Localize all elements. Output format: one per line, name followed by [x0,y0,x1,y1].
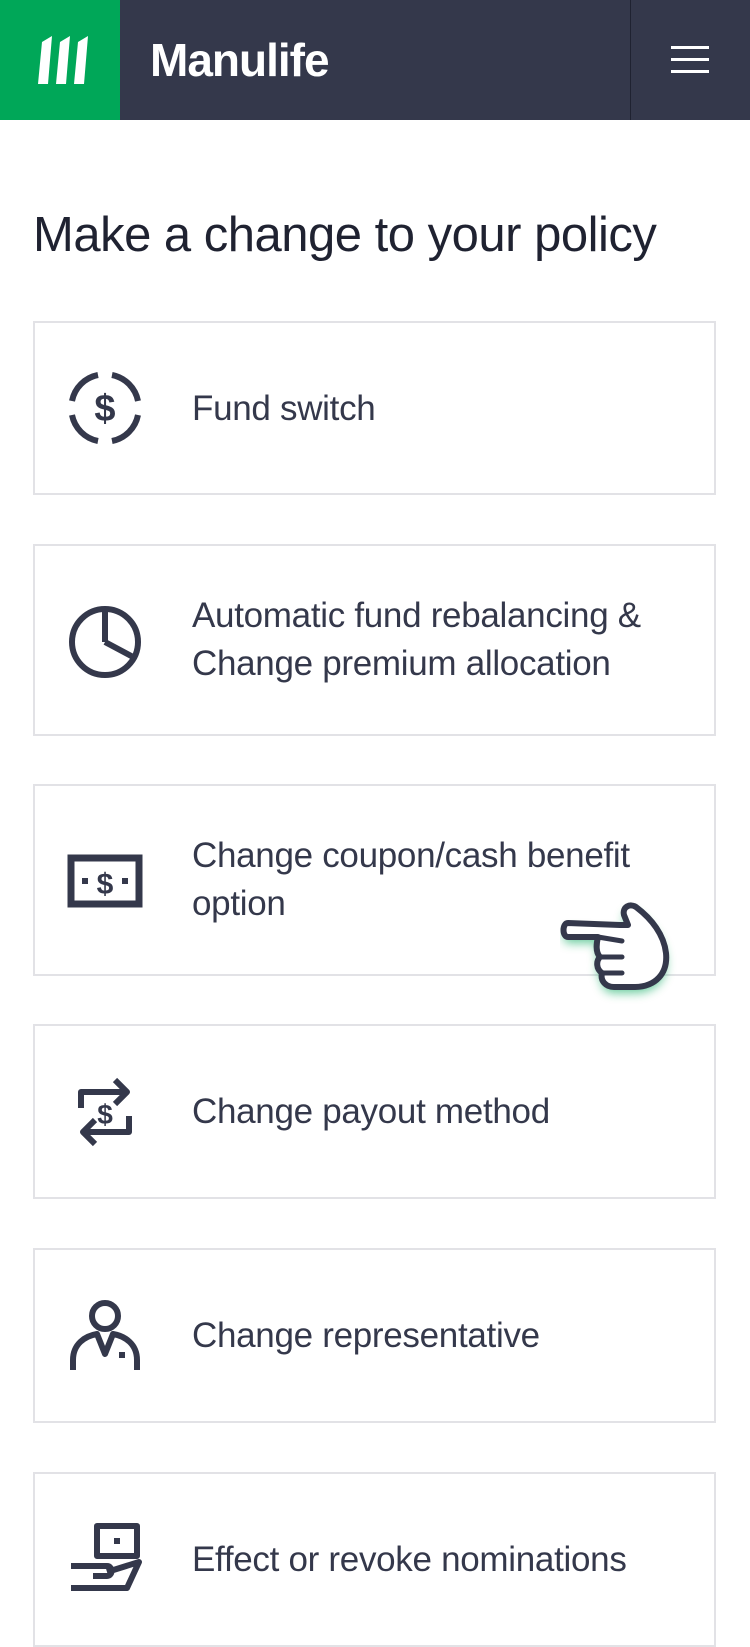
option-change-representative[interactable]: Change representative [33,1248,716,1423]
option-label: Effect or revoke nominations [192,1540,627,1579]
svg-text:$: $ [94,388,115,430]
manulife-logo[interactable] [0,0,120,120]
top-header: Manulife [0,0,750,120]
option-change-payout-method[interactable]: $ Change payout method [33,1024,716,1199]
option-change-coupon[interactable]: $ Change coupon/cash benefit option [33,784,716,976]
page-title: Make a change to your policy [33,208,657,262]
banknote-icon: $ [67,854,143,908]
pie-chart-icon [69,606,141,678]
option-nominations[interactable]: Effect or revoke nominations [33,1472,716,1647]
person-representative-icon [70,1300,140,1370]
option-label: Fund switch [192,389,376,428]
manulife-stripes-icon [38,36,88,84]
option-label: Change payout method [192,1092,550,1131]
hand-receiving-card-icon [71,1523,142,1591]
hamburger-menu-icon [671,46,709,73]
dollar-cycle-icon: $ [69,372,141,444]
option-label: Change representative [192,1316,540,1355]
option-fund-rebalancing[interactable]: Automatic fund rebalancing & Change prem… [33,544,716,736]
dollar-exchange-icon: $ [78,1077,132,1147]
brand-name: Manulife [150,34,330,86]
option-label: Change coupon/cash benefit option [192,836,630,923]
svg-text:$: $ [97,868,114,901]
option-label: Automatic fund rebalancing & Change prem… [192,596,641,683]
svg-text:$: $ [97,1099,113,1130]
option-fund-switch[interactable]: $ Fund switch [33,321,716,495]
menu-button[interactable] [631,0,750,120]
